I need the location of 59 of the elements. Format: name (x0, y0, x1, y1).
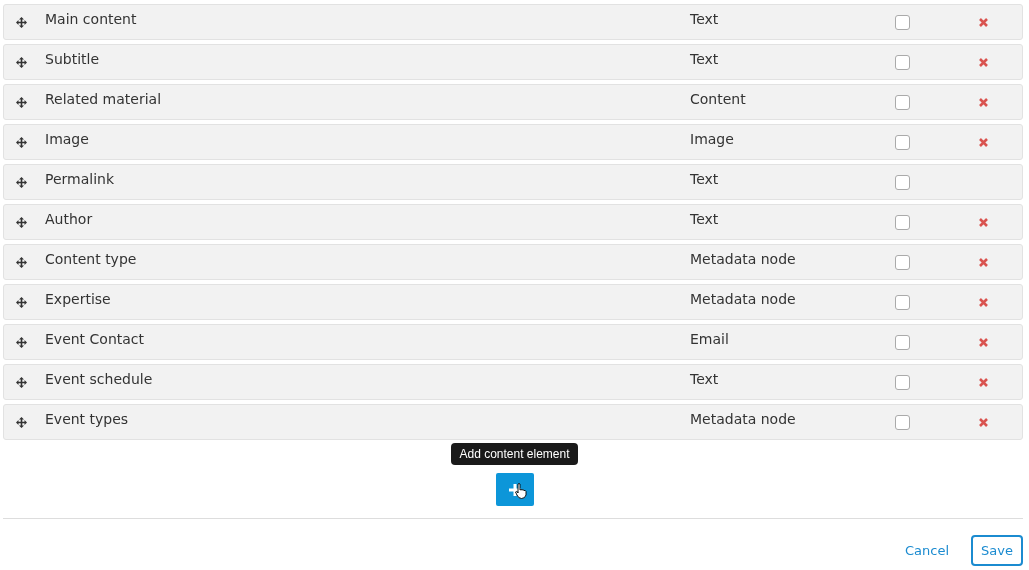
element-type: Email (690, 331, 730, 347)
delete-icon[interactable] (979, 97, 988, 107)
delete-icon[interactable] (979, 257, 988, 267)
element-type: Text (690, 371, 720, 387)
add-button[interactable] (495, 473, 534, 506)
delete-icon[interactable] (979, 337, 988, 347)
element-type: Text (690, 171, 720, 187)
element-name: Image (45, 131, 90, 147)
element-name: Event Contact (45, 331, 146, 347)
element-type: Metadata node (690, 291, 797, 307)
drag-handle-icon[interactable] (16, 296, 27, 308)
element-name: Author (45, 211, 94, 227)
checkbox[interactable] (895, 334, 910, 350)
element-type: Text (690, 51, 720, 67)
element-name: Permalink (45, 171, 116, 187)
checkbox[interactable] (895, 174, 910, 190)
hand-cursor-icon (514, 483, 527, 499)
drag-handle-icon[interactable] (16, 336, 27, 348)
delete-icon[interactable] (979, 17, 988, 27)
element-type: Metadata node (690, 411, 797, 427)
element-type: Content (690, 91, 747, 107)
element-name: Main content (45, 11, 138, 27)
delete-icon[interactable] (979, 137, 988, 147)
delete-icon[interactable] (979, 57, 988, 67)
checkbox[interactable] (895, 54, 910, 70)
drag-handle-icon[interactable] (16, 96, 27, 108)
element-type: Metadata node (690, 251, 797, 267)
delete-icon[interactable] (979, 377, 988, 387)
drag-handle-icon[interactable] (16, 256, 27, 268)
drag-handle-icon[interactable] (16, 416, 27, 428)
delete-icon[interactable] (979, 217, 988, 227)
delete-icon[interactable] (979, 417, 988, 427)
checkbox[interactable] (895, 254, 910, 270)
element-name: Content type (45, 251, 138, 267)
checkbox[interactable] (895, 294, 910, 310)
element-name: Event schedule (45, 371, 154, 387)
checkbox[interactable] (895, 214, 910, 230)
delete-icon[interactable] (979, 297, 988, 307)
drag-handle-icon[interactable] (16, 56, 27, 68)
drag-handle-icon[interactable] (16, 376, 27, 388)
checkbox[interactable] (895, 134, 910, 150)
cancel-link[interactable]: Cancel (904, 543, 949, 558)
element-name: Subtitle (45, 51, 101, 67)
checkbox[interactable] (895, 414, 910, 430)
element-type: Text (690, 11, 720, 27)
element-name: Expertise (45, 291, 112, 307)
drag-handle-icon[interactable] (16, 176, 27, 188)
element-name: Event types (45, 411, 130, 427)
element-type: Image (690, 131, 735, 147)
tooltip: Add content element (451, 443, 578, 465)
checkbox[interactable] (895, 14, 910, 30)
checkbox[interactable] (895, 374, 910, 390)
drag-handle-icon[interactable] (16, 216, 27, 228)
checkbox[interactable] (895, 94, 910, 110)
element-name: Related material (45, 91, 163, 107)
save-button[interactable]: Save (971, 535, 1023, 566)
drag-handle-icon[interactable] (16, 136, 27, 148)
element-type: Text (690, 211, 720, 227)
drag-handle-icon[interactable] (16, 16, 27, 28)
